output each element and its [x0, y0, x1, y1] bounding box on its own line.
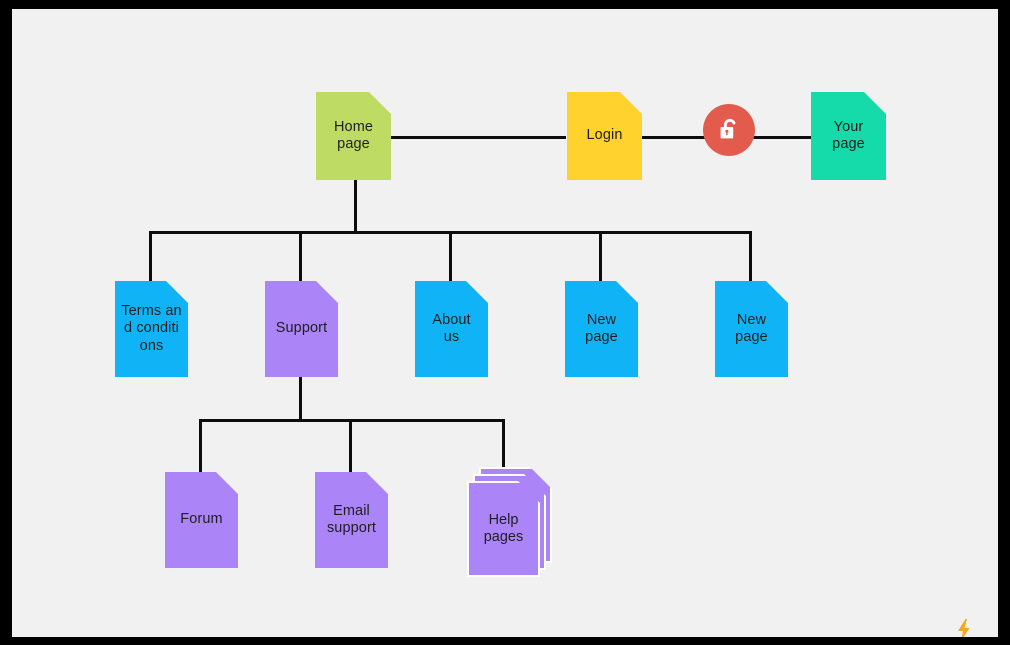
- node-terms-and-conditions-label: Terms and conditions: [121, 302, 182, 354]
- node-email-support[interactable]: Email support: [315, 472, 388, 568]
- connector-drop-email-support: [349, 419, 352, 473]
- connector-drop-new-page-1: [599, 231, 602, 283]
- connector-login-to-lock: [642, 136, 706, 139]
- node-login[interactable]: Login: [567, 92, 642, 180]
- connector-home-to-login: [391, 136, 566, 139]
- login-lock-badge[interactable]: [703, 104, 755, 156]
- node-new-page-1-label: New page: [585, 311, 618, 345]
- node-about-us-label: About us: [432, 311, 471, 345]
- connector-drop-forum: [199, 419, 202, 473]
- screenshot-frame: Home page Login Your page Terms and condit…: [0, 0, 1010, 645]
- node-forum-label: Forum: [180, 511, 223, 528]
- node-forum[interactable]: Forum: [165, 472, 238, 568]
- connector-drop-terms: [149, 231, 152, 283]
- node-help-pages-label: Help pages: [483, 511, 524, 545]
- lightning-bolt-watermark: [956, 619, 972, 637]
- unlocked-padlock-icon: [720, 118, 736, 139]
- node-login-label: Login: [586, 127, 623, 144]
- connector-drop-about: [449, 231, 452, 283]
- lightning-bolt-icon: [958, 619, 970, 637]
- node-your-page[interactable]: Your page: [811, 92, 886, 180]
- node-about-us[interactable]: About us: [415, 281, 488, 377]
- node-support-label: Support: [275, 320, 328, 337]
- node-support[interactable]: Support: [265, 281, 338, 377]
- connector-row3-bus: [199, 419, 505, 422]
- node-terms-and-conditions[interactable]: Terms and conditions: [115, 281, 188, 377]
- node-help-pages[interactable]: Help pages: [467, 467, 555, 577]
- node-home-page[interactable]: Home page: [316, 92, 391, 180]
- node-new-page-2[interactable]: New page: [715, 281, 788, 377]
- connector-drop-support: [299, 231, 302, 283]
- connector-support-trunk: [299, 371, 302, 421]
- connector-lock-to-your-page: [753, 136, 811, 139]
- help-pages-sheet-front: Help pages: [467, 481, 540, 577]
- node-email-support-label: Email support: [326, 502, 377, 536]
- connector-home-trunk: [354, 179, 357, 233]
- node-new-page-1[interactable]: New page: [565, 281, 638, 377]
- connector-drop-new-page-2: [749, 231, 752, 283]
- node-home-page-label: Home page: [333, 118, 374, 152]
- node-new-page-2-label: New page: [735, 311, 768, 345]
- diagram-canvas[interactable]: Home page Login Your page Terms and condit…: [12, 9, 998, 637]
- node-your-page-label: Your page: [832, 118, 865, 152]
- connector-drop-help-pages: [502, 419, 505, 473]
